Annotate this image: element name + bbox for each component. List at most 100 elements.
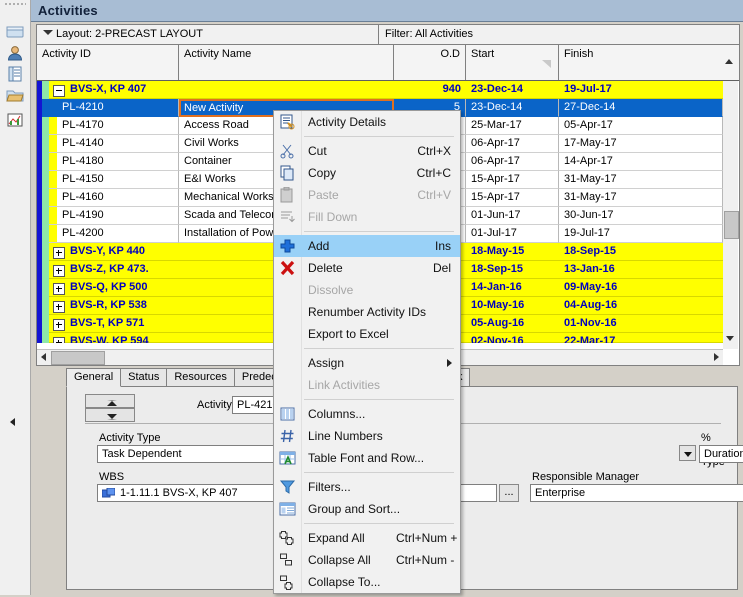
wbs-name: BVS-W, KP 594 — [70, 335, 149, 343]
activity-type-dropdown[interactable] — [679, 445, 696, 461]
scroll-up-button[interactable] — [722, 45, 737, 80]
rail-collapse-arrow[interactable] — [10, 418, 15, 426]
expand-toggle[interactable] — [53, 283, 65, 295]
menu-item-assign[interactable]: Assign — [274, 352, 460, 374]
wbs-name: BVS-X, KP 407 — [70, 83, 147, 95]
menu-item-table-font-and-row[interactable]: Table Font and Row... — [274, 447, 460, 469]
responsible-manager-field[interactable]: Enterprise — [530, 484, 743, 502]
cell-finish[interactable]: 17-May-17 — [559, 135, 723, 153]
scroll-down-icon[interactable] — [726, 336, 734, 341]
menu-item-cut[interactable]: Cut Ctrl+X — [274, 140, 460, 162]
cell-activity-id[interactable]: PL-4180 — [57, 153, 179, 171]
cell-activity-id[interactable]: PL-4160 — [57, 189, 179, 207]
rail-grip[interactable] — [4, 2, 26, 7]
scrollbar-thumb[interactable] — [724, 211, 739, 239]
scrollbar-thumb[interactable] — [51, 351, 105, 365]
cell-activity-id[interactable]: PL-4210 — [57, 99, 179, 117]
percent-complete-type-field[interactable]: Duration — [699, 445, 743, 463]
collapse-toggle[interactable] — [53, 85, 65, 97]
menu-item-columns[interactable]: Columns... — [274, 403, 460, 425]
menu-item-delete[interactable]: Delete Del — [274, 257, 460, 279]
wbs-finish: 01-Nov-16 — [564, 317, 617, 329]
column-header-finish[interactable]: Finish — [559, 45, 723, 80]
responsible-manager-label: Responsible Manager — [532, 471, 640, 483]
tab-general[interactable]: General — [66, 368, 122, 387]
group-sort-icon — [279, 501, 296, 517]
cell-text: 14-Apr-17 — [564, 155, 613, 167]
cell-start[interactable]: 25-Mar-17 — [466, 117, 559, 135]
wbs-label: WBS — [99, 471, 125, 483]
menu-item-copy[interactable]: Copy Ctrl+C — [274, 162, 460, 184]
cell-start[interactable]: 15-Apr-17 — [466, 171, 559, 189]
cell-finish[interactable]: 19-Jul-17 — [559, 225, 723, 243]
expand-toggle[interactable] — [53, 337, 65, 343]
scroll-right-icon[interactable] — [714, 353, 719, 361]
cell-text: Scada and Telecom — [184, 209, 281, 221]
cell-activity-id[interactable]: PL-4190 — [57, 207, 179, 225]
cell-start[interactable]: 06-Apr-17 — [466, 153, 559, 171]
menu-item-collapse-to[interactable]: Collapse To... — [274, 571, 460, 593]
menu-item-export-to-excel[interactable]: Export to Excel — [274, 323, 460, 345]
stepper-down[interactable] — [85, 408, 135, 422]
cell-text: PL-4150 — [62, 173, 104, 185]
chart-icon[interactable] — [5, 110, 25, 130]
menu-item-add[interactable]: Add Ins — [274, 235, 460, 257]
row-color-bar-2 — [42, 99, 49, 117]
tab-status[interactable]: Status — [120, 368, 168, 386]
expand-toggle[interactable] — [53, 265, 65, 277]
cell-activity-id[interactable]: PL-4200 — [57, 225, 179, 243]
column-header-start[interactable]: Start — [466, 45, 559, 80]
open-folder-icon[interactable] — [5, 85, 25, 105]
layout-bar[interactable]: Layout: 2-PRECAST LAYOUT — [37, 25, 379, 45]
document-icon[interactable] — [5, 64, 25, 84]
cell-start[interactable]: 01-Jul-17 — [466, 225, 559, 243]
menu-item-line-numbers[interactable]: Line Numbers — [274, 425, 460, 447]
activity-navigation-stepper[interactable] — [85, 394, 135, 422]
wbs-row[interactable]: BVS-X, KP 407 940 23-Dec-14 19-Jul-17 — [37, 81, 723, 99]
cell-start[interactable]: 01-Jun-17 — [466, 207, 559, 225]
cell-finish[interactable]: 30-Jun-17 — [559, 207, 723, 225]
cell-start[interactable]: 15-Apr-17 — [466, 189, 559, 207]
wbs-browse-button[interactable]: ... — [499, 484, 519, 502]
tab-resources[interactable]: Resources — [166, 368, 235, 386]
menu-item-activity-details[interactable]: Activity Details — [274, 111, 460, 133]
expand-toggle[interactable] — [53, 319, 65, 331]
cell-activity-id[interactable]: PL-4150 — [57, 171, 179, 189]
cell-finish[interactable]: 05-Apr-17 — [559, 117, 723, 135]
column-header-activity-name[interactable]: Activity Name — [179, 45, 394, 80]
cell-text: PL-4190 — [62, 209, 104, 221]
user-icon[interactable] — [5, 43, 25, 63]
cell-text: 23-Dec-14 — [471, 101, 523, 113]
menu-item-group-and-sort[interactable]: Group and Sort... — [274, 498, 460, 520]
menu-item-collapse-all[interactable]: Collapse All Ctrl+Num - — [274, 549, 460, 571]
expand-toggle[interactable] — [53, 301, 65, 313]
stepper-up[interactable] — [85, 394, 135, 408]
chevron-down-icon[interactable] — [43, 30, 53, 35]
menu-separator — [304, 523, 454, 524]
cell-start[interactable]: 06-Apr-17 — [466, 135, 559, 153]
cell-finish[interactable]: 27-Dec-14 — [559, 99, 723, 117]
menu-item-renumber-activity-ids[interactable]: Renumber Activity IDs — [274, 301, 460, 323]
expand-toggle[interactable] — [53, 247, 65, 259]
menu-label: Group and Sort... — [308, 502, 401, 516]
menu-item-filters[interactable]: Filters... — [274, 476, 460, 498]
scroll-left-icon[interactable] — [41, 353, 46, 361]
wbs-start: 05-Aug-16 — [471, 317, 525, 329]
cell-start[interactable]: 23-Dec-14 — [466, 99, 559, 117]
cell-finish[interactable]: 14-Apr-17 — [559, 153, 723, 171]
cell-finish[interactable]: 31-May-17 — [559, 171, 723, 189]
cell-finish[interactable]: 31-May-17 — [559, 189, 723, 207]
menu-label: Table Font and Row... — [308, 451, 425, 465]
collapse-to-icon — [279, 574, 296, 590]
folder-icon[interactable] — [5, 22, 25, 42]
filter-bar[interactable]: Filter: All Activities — [379, 25, 739, 45]
fill-down-icon — [279, 209, 296, 225]
cell-activity-id[interactable]: PL-4140 — [57, 135, 179, 153]
column-header-activity-id[interactable]: Activity ID — [37, 45, 179, 80]
grid-vertical-scrollbar[interactable] — [723, 81, 739, 349]
cell-text: 01-Jun-17 — [471, 209, 521, 221]
cell-activity-id[interactable]: PL-4170 — [57, 117, 179, 135]
menu-label: Fill Down — [308, 210, 358, 224]
column-header-od[interactable]: O.D — [394, 45, 466, 80]
menu-item-expand-all[interactable]: Expand All Ctrl+Num + — [274, 527, 460, 549]
